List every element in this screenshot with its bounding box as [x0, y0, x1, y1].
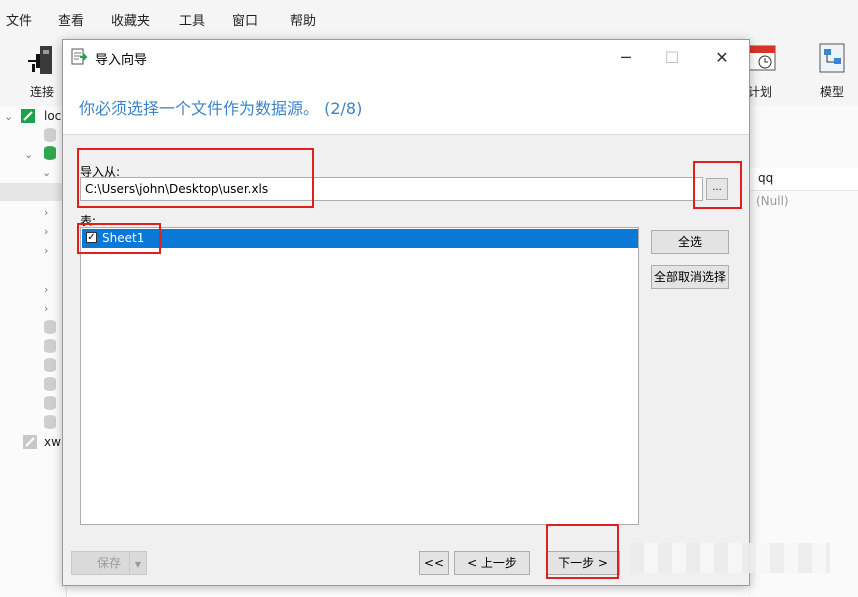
annotation-box-sheet	[77, 223, 161, 254]
import-wizard-icon	[71, 48, 88, 65]
tree-selected-row	[0, 183, 66, 201]
maximize-icon: ☐	[664, 47, 680, 67]
maximize-button[interactable]: ☐	[649, 40, 695, 74]
menu-file[interactable]: 文件	[6, 10, 32, 29]
tree-item-loc[interactable]: loc	[44, 109, 61, 123]
save-label: 保存	[96, 556, 121, 570]
deselect-all-button[interactable]: 全部取消选择	[651, 265, 729, 289]
previous-step-button[interactable]: < 上一步	[454, 551, 530, 575]
connection-icon	[21, 109, 35, 123]
grid-header: qq	[750, 168, 858, 191]
navigation-tree: ⌄ loc ⌄ ⌄ › › › › › xw	[0, 106, 67, 597]
annotation-box-browse	[693, 161, 742, 209]
tree-item-xw[interactable]: xw	[44, 435, 61, 449]
database-icon	[44, 320, 56, 334]
menu-window[interactable]: 窗口	[232, 10, 258, 29]
dialog-title: 导入向导	[95, 53, 148, 68]
annotation-box-next	[546, 524, 619, 579]
chevron-right-icon[interactable]: ›	[44, 244, 48, 257]
chevron-down-icon[interactable]: ⌄	[4, 110, 13, 123]
chevron-right-icon[interactable]: ›	[44, 225, 48, 238]
model-button[interactable]	[815, 40, 849, 76]
close-icon: ✕	[715, 47, 729, 67]
chevron-right-icon[interactable]: ›	[44, 283, 48, 296]
chevron-down-icon[interactable]: ⌄	[42, 166, 51, 179]
chevron-down-icon: ▼	[134, 560, 142, 569]
minimize-button[interactable]: ─	[603, 40, 649, 74]
menu-help[interactable]: 帮助	[290, 10, 316, 29]
database-icon	[44, 146, 56, 160]
menu-bar: 文件 查看 收藏夹 工具 窗口 帮助	[0, 0, 858, 34]
minimize-icon: ─	[621, 47, 631, 67]
connection-icon	[23, 435, 37, 449]
calendar-icon	[748, 45, 776, 71]
chevron-down-icon[interactable]: ⌄	[24, 148, 33, 161]
schedule-label: 计划	[748, 85, 773, 99]
menu-tools[interactable]: 工具	[179, 10, 205, 29]
database-icon	[44, 128, 56, 142]
connection-button[interactable]	[22, 42, 58, 82]
menu-view[interactable]: 查看	[58, 10, 84, 29]
connection-label: 连接	[30, 85, 55, 99]
table-list[interactable]: ✓ Sheet1	[80, 227, 639, 525]
menu-favorites[interactable]: 收藏夹	[111, 10, 150, 29]
schedule-button[interactable]	[745, 40, 779, 76]
blurred-region	[630, 543, 830, 573]
database-icon	[44, 377, 56, 391]
database-icon	[44, 358, 56, 372]
model-label: 模型	[820, 85, 845, 99]
select-all-button[interactable]: 全选	[651, 230, 729, 254]
chevron-right-icon[interactable]: ›	[44, 302, 48, 315]
dialog-title-bar: 导入向导 ─ ☐ ✕	[63, 40, 749, 74]
column-header-qq[interactable]: qq	[758, 171, 773, 185]
database-icon	[44, 415, 56, 429]
annotation-box-import-path	[77, 148, 314, 208]
save-button[interactable]: 保存 ▼	[71, 551, 147, 575]
save-dropdown[interactable]: ▼	[129, 552, 146, 574]
first-step-button[interactable]: <<	[419, 551, 449, 575]
plug-icon	[28, 46, 52, 74]
grid-cell[interactable]: (Null)	[756, 194, 789, 208]
model-icon	[819, 43, 845, 73]
database-icon	[44, 339, 56, 353]
database-icon	[44, 396, 56, 410]
chevron-right-icon[interactable]: ›	[44, 206, 48, 219]
wizard-step-heading: 你必须选择一个文件作为数据源。 (2/8)	[79, 99, 363, 118]
list-item[interactable]: ✓ Sheet1	[82, 229, 638, 248]
import-wizard-dialog: 导入向导 ─ ☐ ✕ 你必须选择一个文件作为数据源。 (2/8) 导入从: ..…	[62, 39, 750, 586]
close-button[interactable]: ✕	[699, 40, 745, 74]
